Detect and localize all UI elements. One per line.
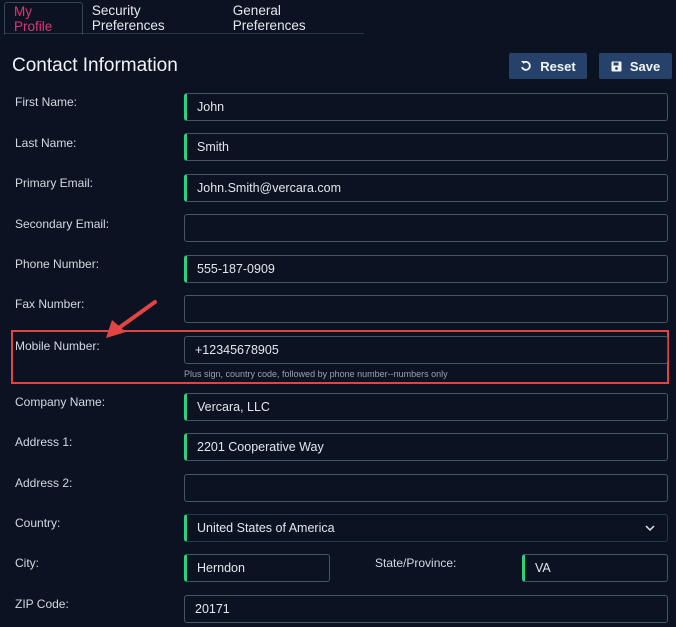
tab-bar: My Profile Security Preferences General …: [4, 2, 364, 35]
mobile-number-input[interactable]: +12345678905: [184, 336, 668, 364]
tab-my-profile[interactable]: My Profile: [4, 2, 83, 35]
first-name-label: First Name:: [15, 95, 78, 109]
zip-code-label: ZIP Code:: [15, 597, 69, 611]
company-name-input[interactable]: Vercara, LLC: [184, 393, 668, 421]
tab-security-preferences[interactable]: Security Preferences: [83, 2, 224, 34]
reset-button[interactable]: Reset: [509, 53, 587, 79]
tab-general-preferences[interactable]: General Preferences: [224, 2, 364, 34]
address2-input[interactable]: [184, 474, 668, 502]
last-name-input[interactable]: Smith: [184, 133, 668, 161]
country-value: United States of America: [197, 521, 335, 535]
country-label: Country:: [15, 516, 61, 530]
first-name-input[interactable]: John: [184, 93, 668, 121]
city-input[interactable]: Herndon: [184, 554, 330, 582]
last-name-label: Last Name:: [15, 136, 77, 150]
zip-code-input[interactable]: 20171: [184, 595, 668, 623]
secondary-email-label: Secondary Email:: [15, 217, 110, 231]
mobile-number-hint: Plus sign, country code, followed by pho…: [184, 369, 448, 379]
save-icon: [611, 61, 622, 72]
phone-number-input[interactable]: 555-187-0909: [184, 255, 668, 283]
phone-number-label: Phone Number:: [15, 257, 100, 271]
mobile-number-label: Mobile Number:: [15, 339, 100, 353]
company-name-label: Company Name:: [15, 395, 106, 409]
country-select[interactable]: United States of America: [184, 514, 668, 542]
primary-email-label: Primary Email:: [15, 176, 94, 190]
save-label: Save: [629, 58, 661, 74]
state-label: State/Province:: [375, 556, 457, 570]
secondary-email-input[interactable]: [184, 214, 668, 242]
primary-email-input[interactable]: John.Smith@vercara.com: [184, 174, 668, 202]
address1-label: Address 1:: [15, 435, 73, 449]
address1-input[interactable]: 2201 Cooperative Way: [184, 433, 668, 461]
state-input[interactable]: VA: [522, 554, 668, 582]
fax-number-label: Fax Number:: [15, 297, 85, 311]
chevron-down-icon: [645, 525, 655, 532]
save-button[interactable]: Save: [599, 53, 672, 79]
address2-label: Address 2:: [15, 476, 73, 490]
city-label: City:: [15, 556, 39, 570]
page-title: Contact Information: [12, 55, 178, 76]
fax-number-input[interactable]: [184, 295, 668, 323]
reset-label: Reset: [540, 58, 576, 74]
reset-icon: [520, 60, 532, 72]
annotation-arrow-icon: [106, 300, 157, 338]
